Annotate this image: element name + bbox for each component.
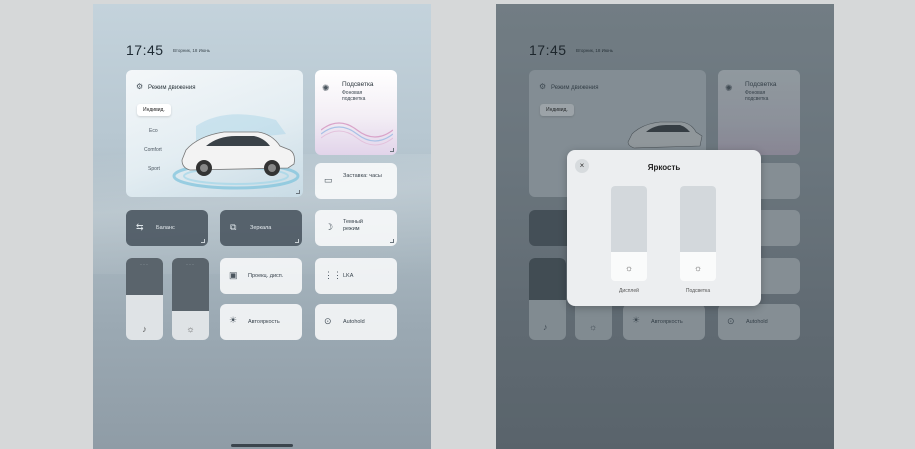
volume-slider[interactable]: ··· ♪	[126, 258, 163, 340]
mirrors-label: Зеркала	[250, 225, 272, 231]
sun-icon: ☼	[186, 324, 195, 334]
screensaver-icon: ▭	[324, 175, 333, 185]
drive-mode-option-comfort[interactable]: Comfort	[138, 144, 168, 156]
sun-icon: ☼	[624, 263, 634, 273]
car-image	[172, 114, 300, 190]
steering-icon: ⚙	[136, 82, 144, 91]
dark-mode-tile[interactable]: ☽ Темный режим	[315, 210, 397, 246]
dark-mode-label: Темный режим	[343, 219, 363, 232]
slider-grip-icon: ···	[140, 262, 149, 268]
lka-tile[interactable]: ⋮⋮ LKA	[315, 258, 397, 294]
drive-mode-option-eco[interactable]: Eco	[143, 125, 164, 137]
lane-keep-icon: ⋮⋮	[324, 270, 342, 280]
backlight-tile[interactable]: ✺ Подсветка Фоновая подсветка	[315, 70, 397, 155]
projection-icon: ▣	[229, 270, 238, 280]
clock: 17:45	[126, 42, 164, 58]
backlight-title: Подсветка	[342, 81, 374, 88]
expand-corner-icon	[295, 239, 299, 243]
volume-icon: ♪	[142, 324, 147, 334]
backlight-icon: ✺	[322, 83, 330, 93]
autohold-tile[interactable]: ⊙ Autohold	[315, 304, 397, 340]
projection-display-tile[interactable]: ▣ Проекц. дисп.	[220, 258, 302, 294]
sun-icon: ☼	[693, 263, 703, 273]
mirrors-tile[interactable]: ⧉ Зеркала	[220, 210, 302, 246]
display-brightness-track	[611, 186, 647, 252]
expand-corner-icon	[201, 239, 205, 243]
drive-mode-title: Режим движения	[148, 85, 196, 91]
backlight-subtitle: Фоновая подсветка	[342, 90, 366, 103]
backlight-wave-icon	[321, 122, 393, 146]
auto-brightness-label: Автояркость	[248, 319, 280, 325]
moon-icon: ☽	[325, 222, 334, 232]
drive-mode-card[interactable]: ⚙ Режим движения Индивид. Eco Comfort Sp…	[126, 70, 303, 197]
balance-label: Баланс	[156, 225, 175, 231]
auto-brightness-icon: ☀	[229, 315, 238, 325]
screensaver-tile[interactable]: ▭ Заставка: часы	[315, 163, 397, 199]
backlight-brightness-track	[680, 186, 716, 252]
expand-corner-icon	[390, 148, 394, 152]
home-indicator[interactable]	[231, 444, 293, 447]
control-center-right: 17:45 Вторник, 18 Июнь ⚙ Режим движения …	[496, 4, 834, 449]
balance-icon: ⇆	[136, 222, 144, 232]
display-brightness-slider[interactable]: ☼	[611, 186, 647, 281]
auto-brightness-tile[interactable]: ☀ Автояркость	[220, 304, 302, 340]
date: Вторник, 18 Июнь	[173, 48, 211, 53]
drive-mode-option-sport[interactable]: Sport	[142, 163, 166, 175]
brightness-modal: × Яркость ☼ ☼ Дисплей Подсветка	[567, 150, 761, 306]
expand-corner-icon	[390, 239, 394, 243]
expand-corner-icon	[296, 190, 300, 194]
autohold-label: Autohold	[343, 319, 365, 325]
screensaver-label: Заставка: часы	[343, 173, 382, 179]
backlight-brightness-slider[interactable]: ☼	[680, 186, 716, 281]
display-label: Дисплей	[619, 288, 639, 294]
control-center-left: 17:45 Вторник, 18 Июнь ⚙ Режим движения …	[93, 4, 431, 449]
modal-title: Яркость	[647, 163, 681, 172]
backlight-label: Подсветка	[685, 288, 711, 294]
mirror-icon: ⧉	[230, 222, 237, 232]
balance-tile[interactable]: ⇆ Баланс	[126, 210, 208, 246]
brightness-slider[interactable]: ··· ☼	[172, 258, 209, 340]
lka-label: LKA	[343, 273, 354, 279]
slider-grip-icon: ···	[186, 262, 195, 268]
projection-label: Проекц. дисп.	[248, 273, 284, 279]
autohold-icon: ⊙	[324, 316, 332, 326]
